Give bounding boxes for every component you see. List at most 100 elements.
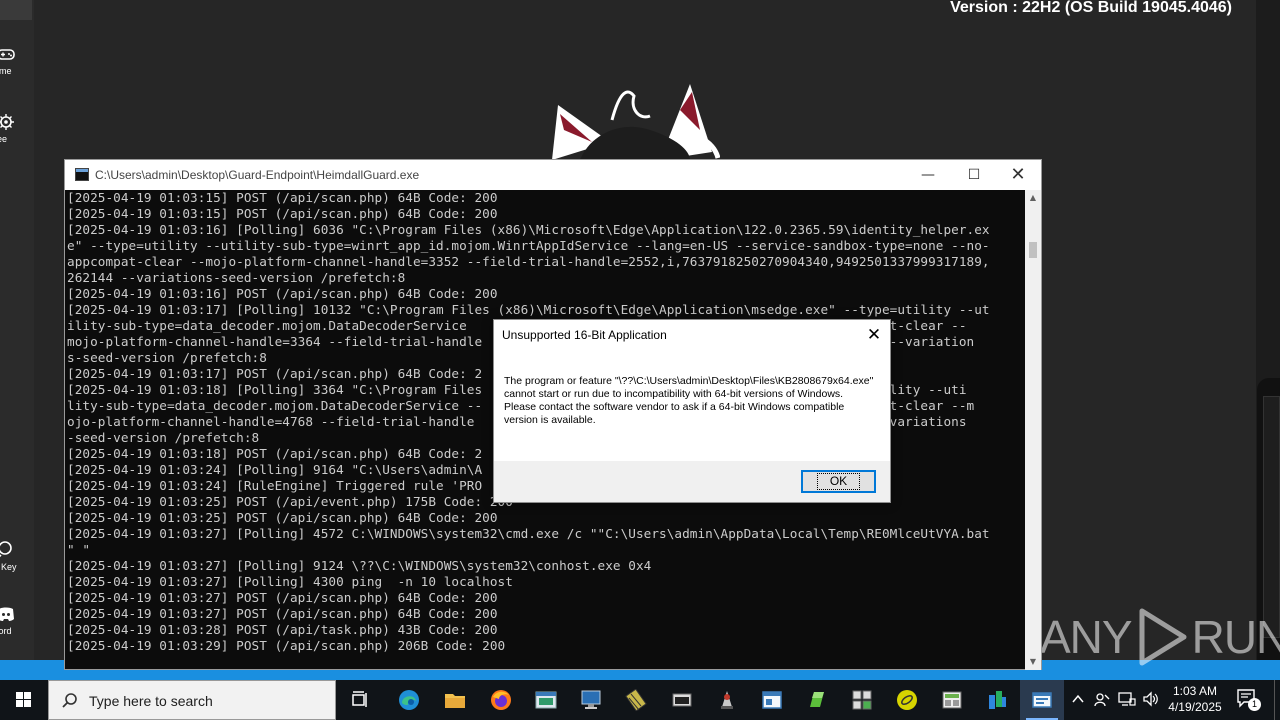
desktop-shortcut-free[interactable]: ree — [0, 112, 34, 144]
taskbar-chip-app[interactable] — [614, 680, 658, 720]
taskbar-remote-desktop[interactable] — [569, 680, 613, 720]
windows-logo-icon — [16, 692, 31, 707]
taskbar-file-explorer[interactable] — [433, 680, 477, 720]
blue-flag-icon — [989, 691, 1006, 709]
taskbar-calculator-app[interactable] — [930, 680, 974, 720]
console-line: [2025-04-19 01:03:27] POST (/api/scan.ph… — [67, 606, 498, 621]
taskbar-network-app[interactable] — [840, 680, 884, 720]
console-line: [2025-04-19 01:03:15] POST (/api/scan.ph… — [67, 206, 498, 221]
task-view-button[interactable] — [338, 680, 382, 720]
console-line: " " — [67, 542, 91, 557]
console-line: [2025-04-19 01:03:15] POST (/api/scan.ph… — [67, 190, 498, 205]
taskbar-edge[interactable] — [387, 680, 431, 720]
anyrun-watermark: ANY RUN — [1040, 606, 1280, 668]
console-title: C:\Users\admin\Desktop\Guard-Endpoint\He… — [95, 168, 420, 182]
taskbar-clock[interactable]: 1:03 AM 4/19/2025 — [1160, 683, 1230, 715]
ok-button[interactable]: OK — [801, 470, 876, 493]
close-button[interactable]: ✕ — [995, 160, 1041, 190]
remote-desktop-icon — [581, 690, 601, 709]
dialog-message: The program or feature "\??\C:\Users\adm… — [504, 375, 874, 426]
taskbar-window-app[interactable] — [750, 680, 794, 720]
console-line: [2025-04-19 01:03:25] POST (/api/scan.ph… — [67, 510, 498, 525]
notification-count-badge: 1 — [1248, 698, 1261, 711]
app-window-icon — [535, 691, 557, 709]
taskbar-flag-app[interactable] — [975, 680, 1019, 720]
mascot-wallpaper-image — [552, 84, 720, 160]
gamepad-icon — [0, 49, 15, 60]
dialog-close-icon[interactable]: ✕ — [862, 322, 886, 348]
search-icon — [62, 693, 77, 708]
console-line: [2025-04-19 01:03:17] [Polling] 10132 "C… — [67, 302, 990, 317]
task-view-icon — [352, 691, 367, 707]
taskbar: Type here to search 1:03 AM 4/19/2025 1 — [0, 680, 1280, 720]
console-app-icon — [75, 168, 89, 181]
dialog-title: Unsupported 16-Bit Application — [502, 328, 667, 342]
play-logo-icon — [1139, 608, 1187, 666]
desktop-icon-partial[interactable] — [0, 0, 32, 20]
desktop-shortcut-key[interactable]: y Key — [0, 540, 34, 572]
taskbar-disc-app[interactable] — [885, 680, 929, 720]
green-app-icon — [810, 692, 824, 707]
os-version-label: Version : 22H2 (OS Build 19045.4046) — [950, 0, 1232, 16]
desktop-shortcut-label: cord — [0, 626, 12, 636]
console-line: [2025-04-19 01:03:27] POST (/api/scan.ph… — [67, 590, 498, 605]
scroll-down-icon[interactable]: ▼ — [1025, 654, 1041, 670]
error-dialog[interactable]: Unsupported 16-Bit Application ✕ The pro… — [493, 319, 891, 503]
tool-icon — [721, 691, 733, 709]
taskbar-console-app[interactable] — [660, 680, 704, 720]
maximize-button[interactable]: ☐ — [951, 160, 997, 190]
desktop-shortcut-game[interactable]: ame — [0, 44, 34, 76]
active-console-icon — [1032, 692, 1052, 708]
taskbar-green-app[interactable] — [795, 680, 839, 720]
side-panel — [1257, 378, 1280, 668]
window-app-icon — [762, 691, 782, 709]
network-icon[interactable] — [1118, 691, 1136, 707]
show-desktop-button[interactable] — [1274, 680, 1280, 720]
console-line: 262144 --variations-seed-version /prefet… — [67, 270, 406, 285]
scroll-up-icon[interactable]: ▲ — [1025, 190, 1041, 206]
chevron-up-icon[interactable] — [1072, 694, 1084, 704]
minimize-button[interactable]: — — [905, 160, 951, 190]
desktop-shortcut-label: ree — [0, 134, 8, 144]
taskbar-search-box[interactable]: Type here to search — [48, 680, 336, 720]
taskbar-firefox[interactable] — [479, 680, 523, 720]
console-line: [2025-04-19 01:03:29] POST (/api/scan.ph… — [67, 638, 506, 653]
scrollbar-thumb[interactable] — [1029, 242, 1037, 258]
edge-icon — [399, 690, 419, 710]
clock-time: 1:03 AM — [1172, 684, 1218, 698]
console-icon — [672, 693, 692, 707]
console-scrollbar[interactable]: ▲ ▼ — [1025, 190, 1041, 670]
chip-icon — [625, 689, 647, 711]
taskbar-active-console[interactable] — [1020, 680, 1064, 720]
console-line: [2025-04-19 01:03:16] [Polling] 6036 "C:… — [67, 222, 990, 237]
console-titlebar[interactable]: C:\Users\admin\Desktop\Guard-Endpoint\He… — [65, 160, 1041, 190]
start-button[interactable] — [0, 680, 48, 720]
firefox-icon — [491, 690, 511, 710]
desktop-shortcut-discord[interactable]: cord — [0, 604, 34, 636]
console-line: [2025-04-19 01:03:16] POST (/api/scan.ph… — [67, 286, 498, 301]
gear-icon — [0, 114, 14, 130]
network-app-icon — [852, 690, 872, 710]
yellow-disc-icon — [897, 690, 917, 710]
desktop-shortcut-label: ame — [0, 66, 12, 76]
file-explorer-icon — [445, 694, 465, 708]
taskbar-tool-app[interactable] — [705, 680, 749, 720]
desktop-icons-strip: ame ree y Key cord — [0, 0, 34, 680]
discord-icon — [0, 607, 14, 621]
notification-center-button[interactable]: 1 — [1236, 688, 1262, 712]
console-line: e" --type=utility --utility-sub-type=win… — [67, 238, 990, 253]
console-line: appcompat-clear --mojo-platform-channel-… — [67, 254, 990, 269]
search-placeholder: Type here to search — [89, 693, 213, 709]
system-tray — [1066, 680, 1160, 720]
ok-button-label: OK — [816, 473, 861, 490]
volume-icon[interactable] — [1142, 691, 1160, 707]
console-line: [2025-04-19 01:03:27] [Polling] 4300 pin… — [67, 574, 513, 589]
console-line: [2025-04-19 01:03:28] POST (/api/task.ph… — [67, 622, 498, 637]
clock-date: 4/19/2025 — [1168, 700, 1222, 714]
taskbar-app-window[interactable] — [524, 680, 568, 720]
console-line: [2025-04-19 01:03:27] [Polling] 9124 \??… — [67, 558, 652, 573]
side-panel-inner — [1263, 396, 1280, 638]
watermark-left-text: ANY — [1040, 611, 1133, 663]
people-icon[interactable] — [1094, 691, 1110, 707]
key-icon — [0, 541, 12, 558]
